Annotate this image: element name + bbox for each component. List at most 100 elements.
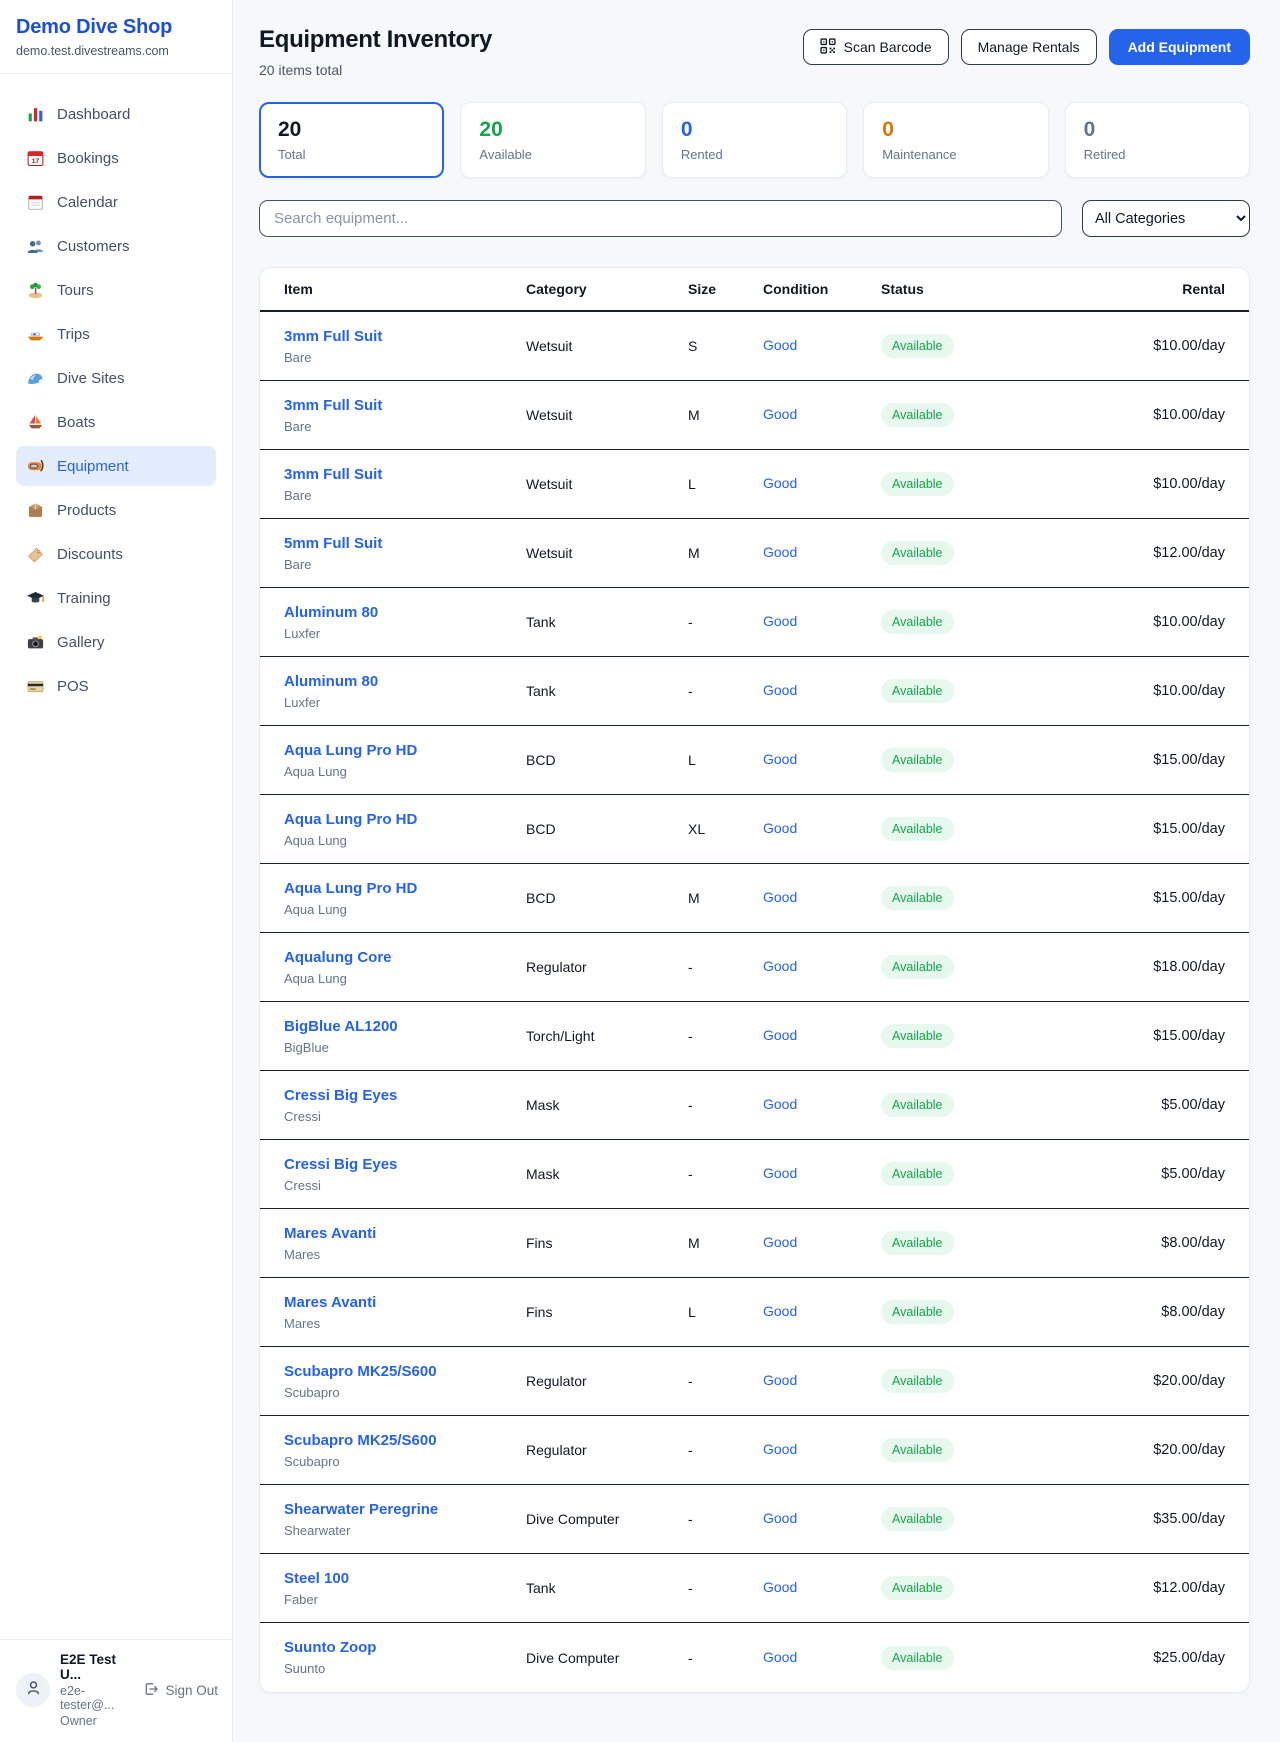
svg-text:17: 17 bbox=[32, 158, 40, 165]
item-name-link[interactable]: BigBlue AL1200 bbox=[284, 1018, 398, 1035]
item-name-link[interactable]: Steel 100 bbox=[284, 1570, 349, 1587]
status-badge: Available bbox=[881, 679, 954, 703]
table-row: Mares Avanti Mares Fins L Good Available… bbox=[260, 1278, 1249, 1347]
filter-row: All Categories bbox=[259, 200, 1250, 237]
condition-link[interactable]: Good bbox=[763, 406, 797, 422]
item-name-link[interactable]: 3mm Full Suit bbox=[284, 328, 382, 345]
item-size: - bbox=[688, 1442, 763, 1458]
table-row: Scubapro MK25/S600 Scubapro Regulator - … bbox=[260, 1347, 1249, 1416]
items-count: 20 items total bbox=[259, 62, 492, 78]
brand-title[interactable]: Demo Dive Shop bbox=[16, 16, 216, 39]
status-badge: Available bbox=[881, 1024, 954, 1048]
item-name-link[interactable]: 3mm Full Suit bbox=[284, 397, 382, 414]
condition-link[interactable]: Good bbox=[763, 1510, 797, 1526]
sidebar-item-label: Tours bbox=[57, 282, 94, 299]
condition-link[interactable]: Good bbox=[763, 1649, 797, 1665]
sidebar-item-dashboard[interactable]: Dashboard bbox=[16, 94, 216, 134]
col-header-size: Size bbox=[688, 281, 763, 297]
item-brand: Aqua Lung bbox=[284, 764, 526, 779]
item-name-link[interactable]: 5mm Full Suit bbox=[284, 535, 382, 552]
stat-card-total[interactable]: 20 Total bbox=[259, 102, 444, 178]
sign-out-button[interactable]: Sign Out bbox=[143, 1681, 218, 1700]
condition-link[interactable]: Good bbox=[763, 1441, 797, 1457]
stat-label: Maintenance bbox=[882, 147, 1029, 162]
item-name-link[interactable]: Shearwater Peregrine bbox=[284, 1501, 438, 1518]
sidebar-item-label: POS bbox=[57, 678, 89, 695]
item-name-link[interactable]: Aluminum 80 bbox=[284, 673, 378, 690]
user-name: E2E Test U... bbox=[60, 1652, 133, 1682]
item-name-link[interactable]: Scubapro MK25/S600 bbox=[284, 1363, 437, 1380]
table-header-row: Item Category Size Condition Status Rent… bbox=[260, 268, 1249, 312]
stat-card-maintenance[interactable]: 0 Maintenance bbox=[863, 102, 1048, 178]
add-equipment-button[interactable]: Add Equipment bbox=[1109, 29, 1250, 65]
condition-link[interactable]: Good bbox=[763, 751, 797, 767]
condition-link[interactable]: Good bbox=[763, 475, 797, 491]
scan-barcode-button[interactable]: Scan Barcode bbox=[803, 29, 949, 65]
item-name-link[interactable]: Aqua Lung Pro HD bbox=[284, 880, 417, 897]
col-header-item: Item bbox=[284, 281, 526, 297]
sidebar-item-products[interactable]: Products bbox=[16, 490, 216, 530]
table-row: Cressi Big Eyes Cressi Mask - Good Avail… bbox=[260, 1071, 1249, 1140]
col-header-category: Category bbox=[526, 281, 688, 297]
sidebar-item-equipment[interactable]: Equipment bbox=[16, 446, 216, 486]
status-badge: Available bbox=[881, 334, 954, 358]
sidebar-item-boats[interactable]: Boats bbox=[16, 402, 216, 442]
search-input[interactable] bbox=[259, 200, 1062, 237]
manage-rentals-button[interactable]: Manage Rentals bbox=[961, 29, 1097, 65]
condition-link[interactable]: Good bbox=[763, 1579, 797, 1595]
item-name-link[interactable]: Scubapro MK25/S600 bbox=[284, 1432, 437, 1449]
item-size: - bbox=[688, 1511, 763, 1527]
category-select[interactable]: All Categories bbox=[1082, 200, 1250, 237]
stat-card-rented[interactable]: 0 Rented bbox=[662, 102, 847, 178]
condition-link[interactable]: Good bbox=[763, 544, 797, 560]
item-name-link[interactable]: Cressi Big Eyes bbox=[284, 1087, 397, 1104]
item-name-link[interactable]: Aqua Lung Pro HD bbox=[284, 742, 417, 759]
condition-link[interactable]: Good bbox=[763, 958, 797, 974]
stat-card-retired[interactable]: 0 Retired bbox=[1065, 102, 1250, 178]
sidebar-item-training[interactable]: Training bbox=[16, 578, 216, 618]
status-badge: Available bbox=[881, 886, 954, 910]
sidebar-item-customers[interactable]: Customers bbox=[16, 226, 216, 266]
condition-link[interactable]: Good bbox=[763, 1165, 797, 1181]
sidebar-item-calendar[interactable]: Calendar bbox=[16, 182, 216, 222]
condition-link[interactable]: Good bbox=[763, 1303, 797, 1319]
condition-link[interactable]: Good bbox=[763, 889, 797, 905]
table-row: Aluminum 80 Luxfer Tank - Good Available… bbox=[260, 588, 1249, 657]
item-name-link[interactable]: Aluminum 80 bbox=[284, 604, 378, 621]
condition-link[interactable]: Good bbox=[763, 613, 797, 629]
stat-card-available[interactable]: 20 Available bbox=[460, 102, 645, 178]
item-rental: $8.00/day bbox=[1041, 1235, 1225, 1251]
item-name-link[interactable]: 3mm Full Suit bbox=[284, 466, 382, 483]
condition-link[interactable]: Good bbox=[763, 337, 797, 353]
condition-link[interactable]: Good bbox=[763, 1372, 797, 1388]
sidebar-item-gallery[interactable]: Gallery bbox=[16, 622, 216, 662]
sidebar-item-discounts[interactable]: Discounts bbox=[16, 534, 216, 574]
item-name-link[interactable]: Mares Avanti bbox=[284, 1294, 376, 1311]
item-rental: $25.00/day bbox=[1041, 1650, 1225, 1666]
condition-link[interactable]: Good bbox=[763, 1234, 797, 1250]
condition-link[interactable]: Good bbox=[763, 1096, 797, 1112]
table-row: Shearwater Peregrine Shearwater Dive Com… bbox=[260, 1485, 1249, 1554]
condition-link[interactable]: Good bbox=[763, 682, 797, 698]
sidebar-item-bookings[interactable]: 17 Bookings bbox=[16, 138, 216, 178]
sidebar-item-tours[interactable]: Tours bbox=[16, 270, 216, 310]
page-title-block: Equipment Inventory 20 items total bbox=[259, 26, 492, 78]
item-size: - bbox=[688, 1166, 763, 1182]
condition-link[interactable]: Good bbox=[763, 1027, 797, 1043]
item-name-link[interactable]: Mares Avanti bbox=[284, 1225, 376, 1242]
sidebar-item-pos[interactable]: POS bbox=[16, 666, 216, 706]
item-name-link[interactable]: Aqualung Core bbox=[284, 949, 392, 966]
item-name-link[interactable]: Cressi Big Eyes bbox=[284, 1156, 397, 1173]
item-name-link[interactable]: Suunto Zoop bbox=[284, 1639, 376, 1656]
item-name-link[interactable]: Aqua Lung Pro HD bbox=[284, 811, 417, 828]
sidebar-item-label: Trips bbox=[57, 326, 90, 343]
sidebar-item-label: Training bbox=[57, 590, 111, 607]
item-rental: $12.00/day bbox=[1041, 1580, 1225, 1596]
sidebar-item-trips[interactable]: Trips bbox=[16, 314, 216, 354]
item-brand: Bare bbox=[284, 350, 526, 365]
item-brand: Faber bbox=[284, 1592, 526, 1607]
item-size: - bbox=[688, 1580, 763, 1596]
condition-link[interactable]: Good bbox=[763, 820, 797, 836]
sidebar-item-dive-sites[interactable]: Dive Sites bbox=[16, 358, 216, 398]
item-category: Regulator bbox=[526, 959, 688, 975]
